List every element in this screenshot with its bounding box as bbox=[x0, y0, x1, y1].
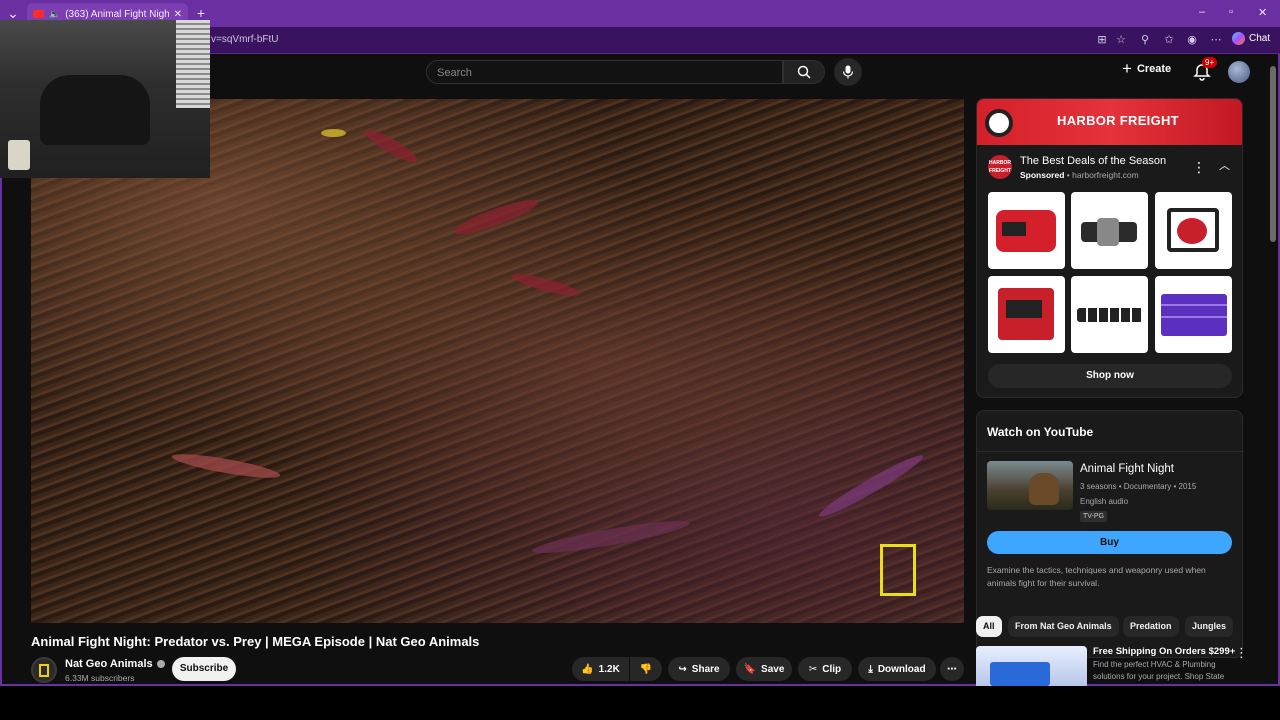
page-scrollbar[interactable] bbox=[1270, 66, 1276, 242]
notifications-badge: 9+ bbox=[1202, 57, 1218, 68]
webcam-overlay bbox=[0, 20, 210, 178]
next-ad-description: Find the perfect HVAC & Plumbing solutio… bbox=[1093, 660, 1225, 681]
extensions-icon[interactable]: ⚲ bbox=[1137, 32, 1153, 48]
bear-silhouette bbox=[1029, 473, 1059, 505]
ad-sponsor-line: Sponsored • harborfreight.com bbox=[1020, 170, 1139, 180]
more-horizontal-icon: ⋯ bbox=[947, 663, 957, 675]
show-description: Examine the tactics, techniques and weap… bbox=[987, 565, 1206, 588]
download-icon: ⤓ bbox=[868, 663, 873, 675]
clip-label: Clip bbox=[822, 663, 842, 675]
download-button[interactable]: ⤓ Download bbox=[858, 657, 936, 681]
search-input[interactable]: Search bbox=[426, 60, 783, 84]
watch-on-youtube-heading: Watch on YouTube bbox=[987, 425, 1094, 439]
sponsored-label: Sponsored bbox=[1020, 170, 1065, 180]
more-actions-button[interactable]: ⋯ bbox=[940, 657, 964, 681]
chip-from-nat-geo-animals[interactable]: From Nat Geo Animals bbox=[1008, 616, 1119, 637]
show-audio: English audio bbox=[1080, 497, 1129, 506]
like-button[interactable]: 👍 1.2K bbox=[572, 657, 629, 681]
copilot-icon bbox=[1232, 32, 1245, 45]
voice-search-button[interactable] bbox=[834, 58, 862, 86]
favorites-icon[interactable]: ✩ bbox=[1161, 32, 1177, 48]
video-overlay-marker bbox=[880, 544, 916, 596]
channel-avatar[interactable] bbox=[31, 657, 57, 683]
show-rating-badge: TV-PG bbox=[1080, 511, 1108, 522]
sponsored-ad-panel: HARBOR FREIGHT HARBOR FREIGHT The Best D… bbox=[976, 98, 1243, 398]
verified-badge-icon bbox=[156, 660, 165, 668]
copilot-chat-button[interactable]: Chat bbox=[1232, 32, 1270, 45]
close-window-icon[interactable]: ✕ bbox=[1258, 6, 1267, 19]
mug-shape bbox=[8, 140, 30, 170]
search-button[interactable] bbox=[783, 60, 825, 84]
next-ad-title[interactable]: Free Shipping On Orders $299+ bbox=[1093, 646, 1235, 657]
video-title: Animal Fight Night: Predator vs. Prey | … bbox=[31, 634, 480, 649]
shop-now-button[interactable]: Shop now bbox=[988, 364, 1232, 388]
show-thumbnail[interactable] bbox=[987, 461, 1073, 510]
product-winch[interactable] bbox=[1071, 192, 1148, 269]
download-label: Download bbox=[877, 663, 926, 675]
close-tab-icon[interactable]: ✕ bbox=[174, 9, 182, 20]
share-arrow-icon: ↪ bbox=[678, 663, 687, 675]
bookmark-icon: 🔖 bbox=[743, 663, 757, 675]
clip-button[interactable]: ✂ Clip bbox=[798, 657, 852, 681]
chip-all[interactable]: All bbox=[976, 616, 1002, 637]
subscriber-count: 6.33M subscribers bbox=[65, 673, 135, 683]
save-button[interactable]: 🔖 Save bbox=[736, 657, 792, 681]
account-avatar[interactable] bbox=[1228, 61, 1250, 83]
product-water-pump[interactable] bbox=[1155, 192, 1232, 269]
hvac-unit-image bbox=[990, 662, 1050, 686]
show-meta: 3 seasons • Documentary • 2015 bbox=[1080, 482, 1197, 491]
chip-predation[interactable]: Predation bbox=[1123, 616, 1179, 637]
speaker-icon[interactable]: 🔈 bbox=[49, 9, 60, 20]
microphone-icon bbox=[842, 65, 854, 79]
profile-icon[interactable]: ◉ bbox=[1184, 32, 1200, 48]
divider bbox=[977, 451, 1244, 452]
favorite-star-icon[interactable]: ☆ bbox=[1113, 32, 1129, 48]
chat-label: Chat bbox=[1249, 33, 1271, 44]
ad-banner-brand: HARBOR FREIGHT bbox=[1057, 113, 1179, 128]
ad-banner[interactable]: HARBOR FREIGHT bbox=[977, 99, 1242, 145]
nat-geo-logo-icon bbox=[39, 663, 49, 677]
window-blind bbox=[176, 20, 210, 108]
collapse-chevron-up-icon[interactable]: ︿ bbox=[1219, 157, 1230, 173]
youtube-favicon-icon bbox=[33, 10, 44, 18]
chip-jungles[interactable]: Jungles bbox=[1185, 616, 1234, 637]
product-inverter-generator[interactable] bbox=[988, 192, 1065, 269]
product-socket-set[interactable] bbox=[1071, 276, 1148, 353]
tab-title: (363) Animal Fight Night: Pred bbox=[65, 8, 169, 20]
ad-more-vertical-icon[interactable]: ⋮ bbox=[1192, 159, 1206, 176]
thumbs-up-icon: 👍 bbox=[581, 663, 594, 675]
share-label: Share bbox=[691, 663, 720, 675]
chair-silhouette bbox=[40, 75, 150, 145]
share-button[interactable]: ↪ Share bbox=[668, 657, 730, 681]
like-count: 1.2K bbox=[598, 663, 620, 675]
next-ad-more-vertical-icon[interactable]: ⋮ bbox=[1235, 645, 1248, 661]
brand-wheel-logo bbox=[985, 109, 1013, 137]
ad-domain: harborfreight.com bbox=[1072, 170, 1139, 180]
search-icon bbox=[797, 65, 811, 79]
maximize-icon[interactable]: ▫ bbox=[1229, 6, 1233, 18]
channel-name-text: Nat Geo Animals bbox=[65, 658, 153, 670]
subscribe-button[interactable]: Subscribe bbox=[172, 657, 236, 681]
ad-headline[interactable]: The Best Deals of the Season bbox=[1020, 155, 1166, 167]
create-button[interactable]: + Create bbox=[1122, 59, 1172, 78]
create-label: Create bbox=[1136, 63, 1172, 75]
more-menu-icon[interactable]: ⋯ bbox=[1208, 32, 1224, 48]
plus-icon: + bbox=[1122, 59, 1132, 78]
thumbs-down-icon: 👎 bbox=[639, 663, 653, 675]
product-generator[interactable] bbox=[988, 276, 1065, 353]
url-text[interactable]: v=sqVmrf-bFtU bbox=[211, 34, 279, 45]
channel-name[interactable]: Nat Geo Animals bbox=[65, 658, 165, 670]
minimize-icon[interactable]: – bbox=[1199, 6, 1205, 18]
dislike-button[interactable]: 👎 bbox=[630, 657, 662, 681]
buy-button[interactable]: Buy bbox=[987, 531, 1232, 554]
app-available-icon[interactable]: ⊞ bbox=[1094, 32, 1110, 48]
save-label: Save bbox=[761, 663, 785, 675]
product-tool-chest[interactable] bbox=[1155, 276, 1232, 353]
scissors-icon: ✂ bbox=[808, 663, 818, 675]
advertiser-logo[interactable]: HARBOR FREIGHT bbox=[988, 155, 1012, 179]
next-ad-thumbnail[interactable] bbox=[976, 646, 1087, 686]
show-title[interactable]: Animal Fight Night bbox=[1080, 463, 1174, 475]
